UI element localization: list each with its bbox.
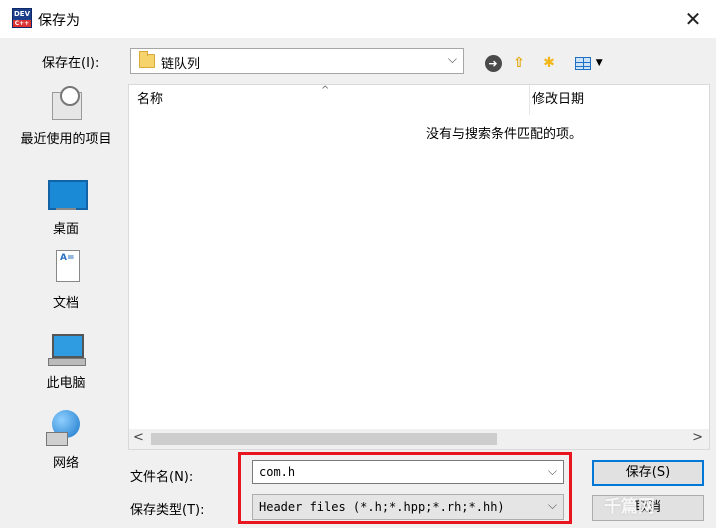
- empty-message: 没有与搜索条件匹配的项。: [425, 127, 582, 142]
- documents-icon: [46, 250, 86, 288]
- devcpp-app-icon: DEV C++: [12, 8, 32, 28]
- sort-caret-icon: ^: [321, 85, 330, 96]
- places-bar: 最近使用的项目 桌面 文档 此电脑 网络: [8, 84, 124, 494]
- filename-label: 文件名(N):: [130, 470, 194, 485]
- place-label: 最近使用的项目: [20, 132, 112, 147]
- chevron-down-icon[interactable]: ⌵: [448, 52, 457, 67]
- file-list[interactable]: 名称 ^ 修改日期 没有与搜索条件匹配的项。 < >: [128, 84, 710, 450]
- place-recent[interactable]: 最近使用的项目: [8, 86, 124, 147]
- place-this-pc[interactable]: 此电脑: [8, 330, 124, 391]
- horizontal-scrollbar[interactable]: < >: [129, 429, 709, 449]
- new-folder-button[interactable]: ✱: [538, 52, 560, 74]
- column-header-name[interactable]: 名称: [137, 85, 527, 115]
- place-label: 此电脑: [46, 376, 86, 391]
- back-arrow-icon: ➜: [484, 55, 502, 72]
- scroll-thumb[interactable]: [151, 433, 497, 445]
- place-network[interactable]: 网络: [8, 410, 124, 471]
- scroll-left-icon[interactable]: <: [133, 430, 144, 445]
- up-folder-button[interactable]: ⇧: [508, 52, 530, 74]
- recent-items-icon: [46, 86, 86, 124]
- folder-icon: [139, 51, 155, 68]
- desktop-icon: [46, 176, 88, 214]
- save-button[interactable]: 保存(S): [592, 460, 704, 486]
- column-header-date[interactable]: 修改日期: [529, 85, 709, 115]
- red-highlight-box: [238, 452, 572, 524]
- scroll-right-icon[interactable]: >: [692, 430, 703, 445]
- caret-down-icon: ▼: [595, 58, 603, 68]
- save-in-value: 链队列: [161, 57, 201, 72]
- save-in-label: 保存在(I):: [42, 56, 100, 71]
- title-bar: DEV C++ 保存为 ✕: [0, 0, 716, 38]
- place-label: 桌面: [52, 222, 79, 237]
- place-documents[interactable]: 文档: [8, 250, 124, 311]
- filetype-label: 保存类型(T):: [130, 503, 205, 518]
- new-folder-icon: ✱: [543, 55, 555, 71]
- place-desktop[interactable]: 桌面: [8, 176, 124, 237]
- place-label: 网络: [52, 456, 79, 471]
- computer-icon: [46, 330, 86, 368]
- up-arrow-icon: ⇧: [513, 55, 525, 71]
- view-grid-icon: [575, 56, 592, 70]
- save-in-combo[interactable]: 链队列 ⌵: [130, 48, 464, 74]
- view-menu-button[interactable]: ▼: [570, 52, 608, 74]
- window-title: 保存为: [38, 13, 80, 29]
- place-label: 文档: [52, 296, 79, 311]
- watermark: 千篇网: [604, 497, 655, 517]
- network-icon: [46, 410, 86, 448]
- back-button[interactable]: ➜: [482, 52, 504, 74]
- close-button[interactable]: ✕: [676, 4, 710, 34]
